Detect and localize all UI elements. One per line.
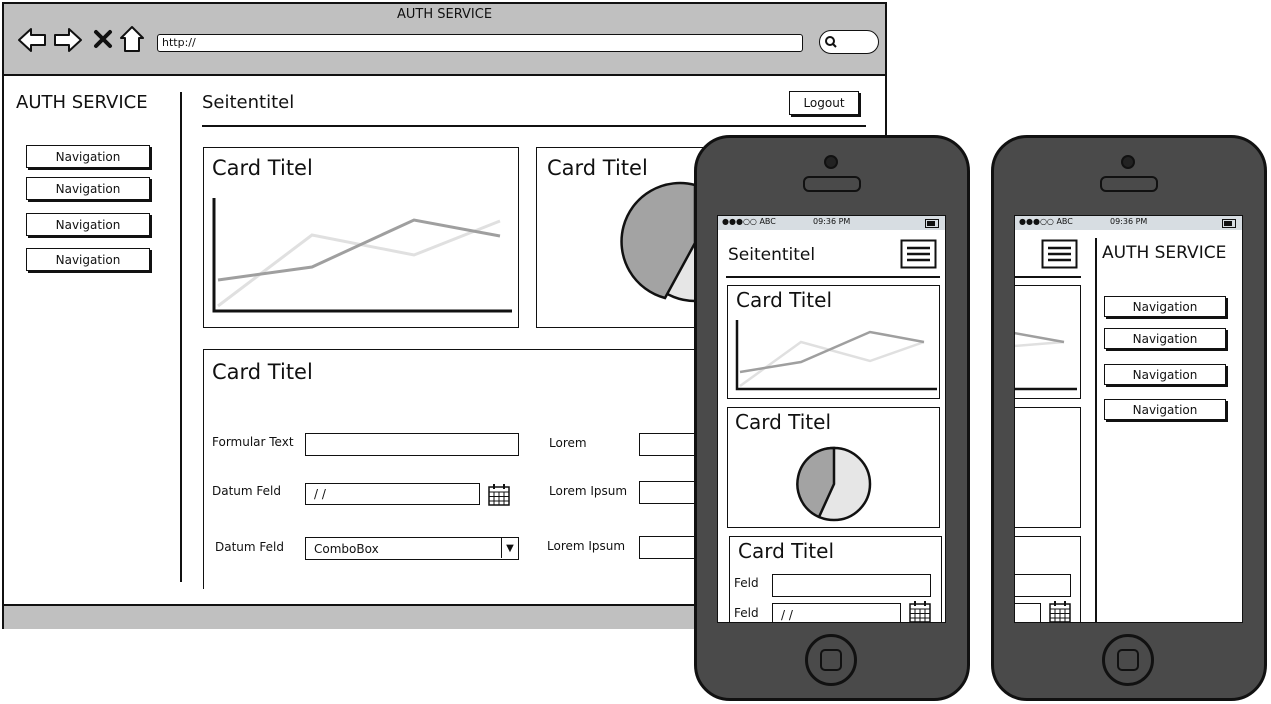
- line-chart-card-partial: [1015, 285, 1081, 399]
- home-button-square-icon: [820, 649, 842, 671]
- home-button[interactable]: [1102, 634, 1154, 686]
- date-input-partial[interactable]: [1015, 603, 1041, 622]
- date-input[interactable]: / /: [305, 483, 480, 505]
- field-label: Datum Feld: [215, 540, 284, 554]
- drawer-nav-item-1[interactable]: Navigation: [1104, 296, 1226, 317]
- series-dark-line: [1015, 331, 1065, 344]
- page-title: Seitentitel: [202, 92, 295, 113]
- sidebar-nav-item-2[interactable]: Navigation: [26, 177, 150, 200]
- header-divider: [726, 276, 940, 278]
- series-dark-line: [217, 218, 501, 282]
- card-title: Card Titel: [738, 539, 835, 563]
- input-partial[interactable]: [1015, 574, 1071, 597]
- date-input[interactable]: / /: [772, 603, 901, 622]
- page-title: Seitentitel: [728, 245, 816, 265]
- search-box[interactable]: [819, 30, 879, 54]
- url-bar[interactable]: http://: [157, 34, 803, 52]
- app-title: AUTH SERVICE: [1102, 243, 1227, 263]
- field-label: Lorem Ipsum: [547, 539, 626, 553]
- series-light-line: [217, 219, 501, 308]
- browser-toolbar: AUTH SERVICE http://: [4, 4, 885, 76]
- combobox[interactable]: ComboBox ▼: [305, 537, 519, 560]
- logout-button[interactable]: Logout: [789, 91, 859, 115]
- sidebar-nav-item-1[interactable]: Navigation: [26, 145, 150, 168]
- line-chart: [735, 320, 937, 391]
- header-divider: [202, 125, 866, 127]
- phone-camera: [1121, 155, 1135, 169]
- sidebar-nav-item-3[interactable]: Navigation: [26, 213, 150, 236]
- calendar-icon[interactable]: [487, 483, 511, 507]
- pie-chart-card-partial: [1015, 407, 1081, 528]
- sidebar-divider: [180, 92, 182, 582]
- form-card-partial: [1015, 536, 1081, 623]
- search-icon: [825, 36, 837, 48]
- pie-chart: [796, 446, 872, 522]
- battery-icon: [925, 219, 939, 228]
- form-card: Card Titel Feld Feld / /: [729, 536, 942, 623]
- sidebar-nav-item-4[interactable]: Navigation: [26, 248, 150, 271]
- field-label: Lorem Ipsum: [549, 484, 628, 498]
- field-label: Formular Text: [212, 435, 294, 449]
- phone-frame-2: ●●●○○ ABC 09:36 PM AUTH SERVICE Navigati…: [991, 135, 1267, 701]
- dropdown-arrow-icon[interactable]: ▼: [501, 538, 518, 558]
- url-text: http://: [162, 36, 196, 49]
- feld-input[interactable]: [772, 574, 931, 597]
- phone-speaker: [803, 176, 861, 192]
- home-button-square-icon: [1117, 649, 1139, 671]
- window-title: AUTH SERVICE: [396, 7, 493, 22]
- hamburger-menu-icon[interactable]: [900, 239, 937, 269]
- drawer-nav-item-4[interactable]: Navigation: [1104, 399, 1226, 420]
- carrier-text: ●●●○○ ABC: [1019, 217, 1073, 226]
- time-text: 09:36 PM: [813, 217, 851, 226]
- line-chart: [212, 198, 512, 313]
- pie-chart-card: Card Titel: [727, 407, 940, 528]
- drawer-divider: [1095, 238, 1097, 622]
- home-icon[interactable]: [118, 24, 146, 54]
- app-title: AUTH SERVICE: [16, 92, 148, 113]
- phone-speaker: [1100, 176, 1158, 192]
- home-button[interactable]: [805, 634, 857, 686]
- phone-screen-2: ●●●○○ ABC 09:36 PM AUTH SERVICE Navigati…: [1014, 215, 1243, 623]
- header-divider: [1015, 276, 1081, 278]
- line-chart-card: Card Titel: [727, 285, 940, 399]
- close-x-icon[interactable]: [92, 28, 114, 50]
- formular-text-input[interactable]: [305, 433, 519, 456]
- phone-camera: [824, 155, 838, 169]
- forward-arrow-icon[interactable]: [52, 26, 84, 54]
- series-light-line: [1015, 340, 1065, 348]
- time-text: 09:36 PM: [1110, 217, 1148, 226]
- calendar-icon[interactable]: [1048, 600, 1072, 623]
- phone-frame-1: ●●●○○ ABC 09:36 PM Seitentitel Card Tite…: [694, 135, 970, 701]
- field-label: Feld: [734, 606, 759, 620]
- calendar-icon[interactable]: [908, 600, 932, 623]
- line-chart-card: Card Titel: [203, 147, 519, 328]
- line-chart: [1015, 331, 1077, 391]
- carrier-text: ●●●○○ ABC: [722, 217, 776, 226]
- drawer-nav-item-3[interactable]: Navigation: [1104, 364, 1226, 385]
- field-label: Datum Feld: [212, 484, 281, 498]
- status-bar: ●●●○○ ABC 09:36 PM: [718, 216, 945, 230]
- combobox-value: ComboBox: [314, 541, 379, 556]
- card-title: Card Titel: [212, 360, 313, 384]
- hamburger-menu-icon[interactable]: [1041, 239, 1078, 269]
- drawer-nav-item-2[interactable]: Navigation: [1104, 328, 1226, 349]
- back-arrow-icon[interactable]: [16, 26, 48, 54]
- status-bar: ●●●○○ ABC 09:36 PM: [1015, 216, 1242, 230]
- field-label: Lorem: [549, 436, 587, 450]
- field-label: Feld: [734, 576, 759, 590]
- battery-icon: [1222, 219, 1236, 228]
- phone-screen-1: ●●●○○ ABC 09:36 PM Seitentitel Card Tite…: [717, 215, 946, 623]
